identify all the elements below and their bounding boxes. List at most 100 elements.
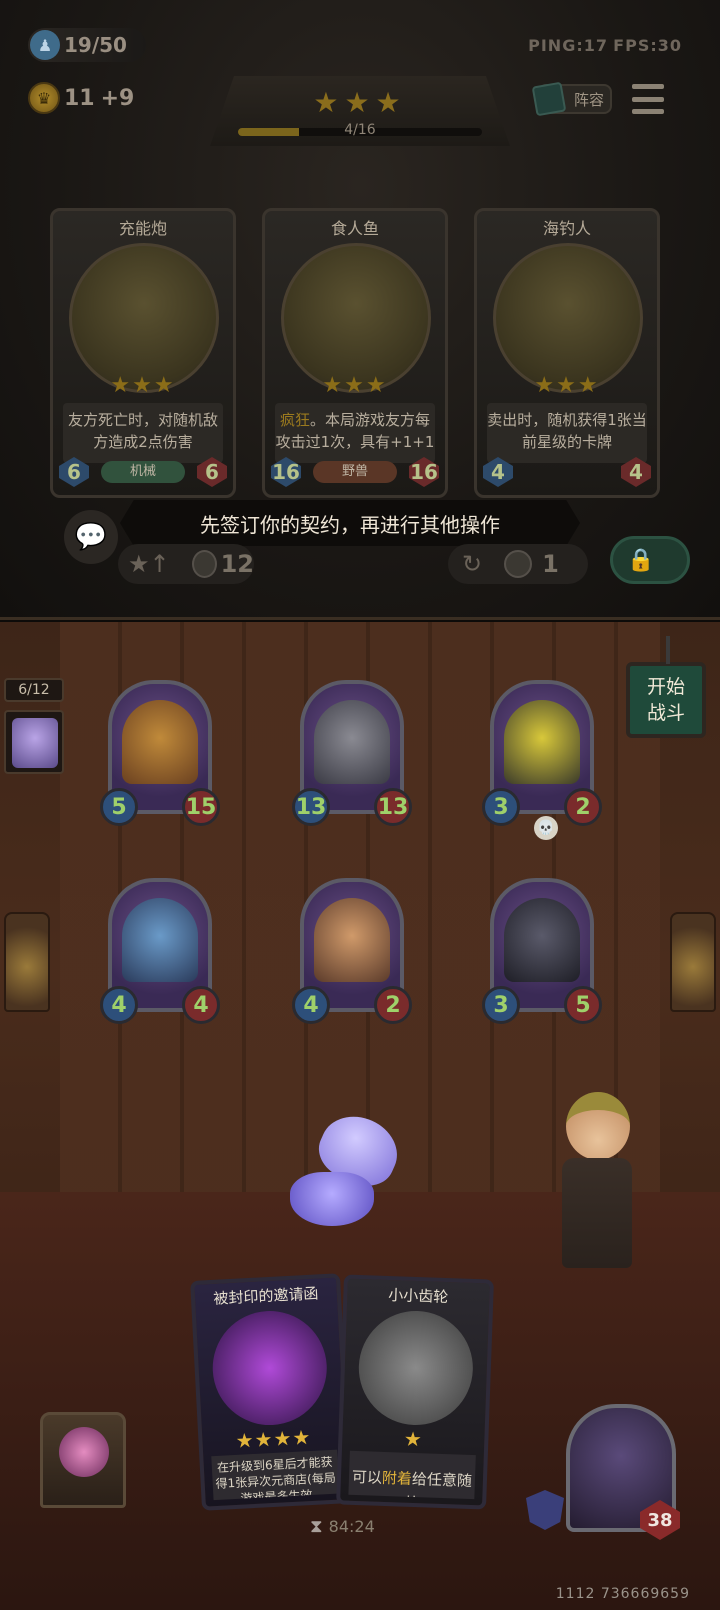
start-battle-button[interactable]: 开始 战斗 xyxy=(626,636,706,738)
gold-value: 11 xyxy=(64,85,95,111)
tavern-stars: ★★★ xyxy=(313,86,407,119)
piranha-portrait xyxy=(314,700,390,784)
minion-health: 13 xyxy=(374,788,412,826)
round-timer: ⧗ 84:24 xyxy=(310,1516,375,1537)
card-tribe: 机械 xyxy=(101,461,185,483)
ping-readout: PING:17 xyxy=(528,36,608,55)
card-keyword: 疯狂 xyxy=(279,411,310,429)
hand-card-keyword: 附着 xyxy=(381,1468,413,1488)
refresh-shop-button[interactable]: ↻ 1 xyxy=(448,544,588,584)
robot-portrait xyxy=(504,700,580,784)
upgrade-cost: 12 xyxy=(220,550,254,578)
user-id: 1112 736669659 xyxy=(555,1586,690,1602)
skull-icon: 💀 xyxy=(534,816,558,840)
population-counter: ♟ 19/50 xyxy=(28,28,146,62)
minion-attack: 13 xyxy=(292,788,330,826)
relic-orb-icon xyxy=(59,1427,109,1477)
shopkeeper-character xyxy=(552,1092,642,1292)
minion-attack: 5 xyxy=(100,788,138,826)
shop-card[interactable]: 海钓人 ★★★ 卖出时，随机获得1张当前星级的卡牌 4 4 xyxy=(474,208,660,498)
card-description: 友方死亡时，对随机敌方造成2点伤害 xyxy=(63,403,223,463)
cannon-art xyxy=(69,243,219,393)
upgrade-arrow-icon: ★↑ xyxy=(128,550,170,578)
opponent-face xyxy=(12,718,58,768)
menu-icon xyxy=(632,84,664,89)
book-icon xyxy=(531,81,567,117)
refresh-cost: 1 xyxy=(542,550,559,578)
card-name: 海钓人 xyxy=(542,219,591,238)
minion-health: 5 xyxy=(564,986,602,1024)
contract-hint: 先签订你的契约，再进行其他操作 xyxy=(120,500,580,546)
minion-health: 2 xyxy=(374,986,412,1024)
hourglass-icon: ⧗ xyxy=(310,1516,323,1537)
board-minion[interactable]: 3 5 xyxy=(482,878,602,1028)
population-value: 19/50 xyxy=(64,33,127,57)
minion-attack: 3 xyxy=(482,788,520,826)
lock-icon: 🔒 xyxy=(627,547,655,573)
bear-portrait xyxy=(122,700,198,784)
gear-art xyxy=(356,1309,475,1427)
gold-counter: ♛ 11 +9 xyxy=(28,82,134,114)
fisherman-art xyxy=(493,243,643,393)
refresh-icon: ↻ xyxy=(462,550,483,578)
population-icon: ♟ xyxy=(30,30,60,60)
minion-health: 2 xyxy=(564,788,602,826)
board-minion[interactable]: 4 4 xyxy=(100,878,220,1028)
hand-card[interactable]: 被封印的邀请函 ★★★★ 在升级到6星后才能获得1张异次元商店(每局游戏最多生效 xyxy=(190,1273,352,1511)
level-progress-text: 4/16 xyxy=(344,122,376,138)
board-minion[interactable]: 13 13 xyxy=(292,680,412,830)
minion-attack: 4 xyxy=(292,986,330,1024)
pearl-shell-icon[interactable] xyxy=(290,1104,408,1228)
board-minion[interactable]: 5 15 xyxy=(100,680,220,830)
opponent-avatar[interactable] xyxy=(4,710,64,774)
card-name: 食人鱼 xyxy=(330,219,379,238)
card-stars: ★★★ xyxy=(534,373,600,398)
cowboy-portrait xyxy=(504,898,580,982)
card-stars: ★★★ xyxy=(322,373,388,398)
hand-card-name: 被封印的邀请函 xyxy=(213,1284,319,1308)
start-battle-label-1: 开始 xyxy=(646,676,685,698)
board-minion[interactable]: 4 2 xyxy=(292,878,412,1028)
start-battle-label-2: 战斗 xyxy=(646,702,685,724)
lamp-left xyxy=(4,912,50,1012)
wave-counter: 6/12 xyxy=(4,678,64,702)
hand-card-description: 在升级到6星后才能获得1张异次元商店(每局游戏最多生效 xyxy=(211,1449,340,1501)
lock-shop-button[interactable]: 🔒 xyxy=(610,536,690,584)
chat-button[interactable]: 💬 xyxy=(64,510,118,564)
coin-icon xyxy=(504,550,533,578)
minion-health: 4 xyxy=(182,986,220,1024)
menu-button[interactable] xyxy=(632,84,664,114)
card-name: 充能炮 xyxy=(118,219,167,238)
lineup-button[interactable]: 阵容 xyxy=(531,81,612,117)
hand-card-stars: ★ xyxy=(403,1426,424,1452)
board-minion[interactable]: 3 2 💀 xyxy=(482,680,602,840)
chat-bubble-icon: 💬 xyxy=(74,522,108,552)
shop-card[interactable]: 充能炮 ★★★ 友方死亡时，对随机敌方造成2点伤害 6 机械 6 xyxy=(50,208,236,498)
upgrade-tavern-button[interactable]: ★↑ 12 xyxy=(118,544,254,584)
card-description: 卖出时，随机获得1张当前星级的卡牌 xyxy=(487,403,647,463)
hand-card-description: 可以附着给任意随从 xyxy=(348,1450,476,1500)
minion-attack: 3 xyxy=(482,986,520,1024)
sealed-letter-art xyxy=(209,1308,330,1428)
coin-icon xyxy=(191,550,217,578)
minion-health: 15 xyxy=(182,788,220,826)
minion-attack: 4 xyxy=(100,986,138,1024)
fps-readout: FPS:30 xyxy=(613,36,682,55)
timer-value: 84:24 xyxy=(328,1517,375,1536)
lineup-label: 阵容 xyxy=(573,90,604,109)
shop-card[interactable]: 食人鱼 ★★★ 疯狂。本局游戏友方每攻击过1次，具有+1+1 16 野兽 16 xyxy=(262,208,448,498)
relic-chest[interactable] xyxy=(40,1412,126,1508)
card-tribe: 野兽 xyxy=(313,461,397,483)
piranha-art xyxy=(281,243,431,393)
card-description: 疯狂。本局游戏友方每攻击过1次，具有+1+1 xyxy=(275,403,435,463)
gold-coin-icon: ♛ xyxy=(28,82,60,114)
card-stars: ★★★ xyxy=(110,373,176,398)
game-board: 6/12 开始 战斗 5 15 13 13 3 2 💀 4 4 4 2 3 5 … xyxy=(0,622,720,1610)
gold-income: +9 xyxy=(100,85,135,111)
dragon-portrait xyxy=(122,898,198,982)
hand-card-name: 小小齿轮 xyxy=(388,1286,449,1307)
shop-panel: ♟ 19/50 PING:17 FPS:30 ♛ 11 +9 ★★★ 4/16 … xyxy=(0,0,720,620)
engineer-portrait xyxy=(314,898,390,982)
lamp-right xyxy=(670,912,716,1012)
hand-card[interactable]: 小小齿轮 ★ 可以附着给任意随从 xyxy=(336,1274,494,1510)
